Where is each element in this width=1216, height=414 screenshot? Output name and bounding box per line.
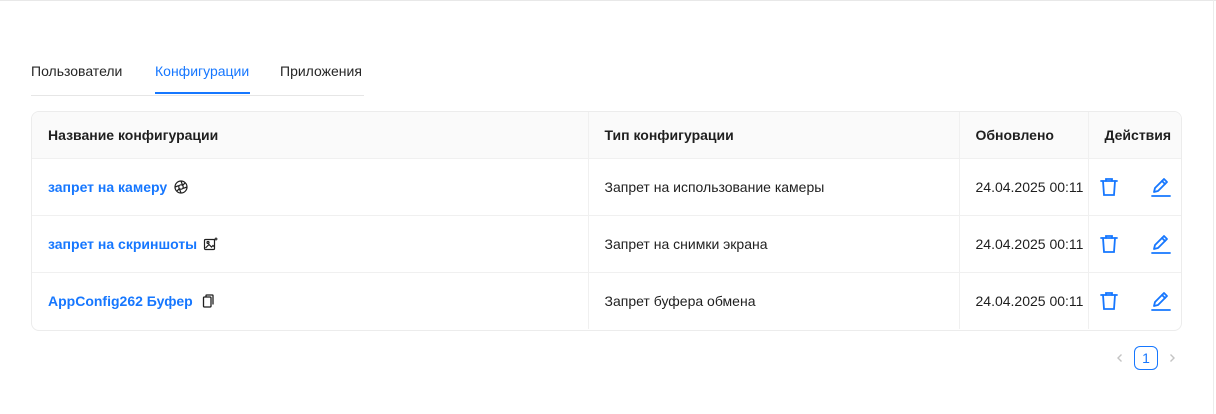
pencil-icon bbox=[1150, 292, 1171, 311]
screenshot-icon bbox=[203, 236, 219, 252]
type-cell: Запрет на снимки экрана bbox=[588, 215, 960, 273]
column-header-actions: Действия bbox=[1088, 112, 1181, 159]
next-page-button[interactable] bbox=[1164, 346, 1180, 370]
tab-configurations[interactable]: Конфигурации bbox=[155, 63, 249, 79]
trash-icon bbox=[1099, 235, 1118, 253]
updated-cell: 24.04.2025 00:11 bbox=[959, 215, 1089, 273]
actions-cell bbox=[1088, 273, 1181, 330]
right-divider bbox=[1213, 0, 1214, 414]
pagination: 1 bbox=[1112, 346, 1180, 370]
tab-applications[interactable]: Приложения bbox=[280, 63, 362, 79]
delete-button[interactable] bbox=[1097, 175, 1121, 199]
edit-button[interactable] bbox=[1149, 289, 1173, 313]
name-cell: AppConfig262 Буфер bbox=[32, 272, 589, 329]
chevron-right-icon bbox=[1170, 354, 1175, 362]
pencil-icon bbox=[1150, 178, 1171, 197]
delete-button[interactable] bbox=[1097, 289, 1121, 313]
prev-page-button[interactable] bbox=[1112, 346, 1128, 370]
top-divider bbox=[0, 0, 1216, 1]
column-header-name: Название конфигурации bbox=[32, 112, 589, 159]
actions-cell bbox=[1088, 215, 1181, 273]
table-row: AppConfig262 Буфер Запрет буфера обмена … bbox=[32, 272, 1181, 330]
name-cell: запрет на скриншоты bbox=[32, 215, 589, 273]
updated-cell: 24.04.2025 00:11 bbox=[959, 158, 1089, 216]
clipboard-copy-icon bbox=[199, 293, 215, 309]
configuration-name-link[interactable]: запрет на скриншоты bbox=[48, 236, 197, 252]
type-cell: Запрет буфера обмена bbox=[588, 272, 960, 329]
table-row: запрет на скриншоты Запрет на снимки экр… bbox=[32, 215, 1181, 273]
chevron-left-icon bbox=[1117, 354, 1122, 362]
tab-users[interactable]: Пользователи bbox=[31, 63, 122, 79]
active-tab-indicator bbox=[155, 92, 250, 94]
configuration-name-link[interactable]: AppConfig262 Буфер bbox=[48, 293, 193, 309]
trash-icon bbox=[1099, 178, 1118, 196]
type-cell: Запрет на использование камеры bbox=[588, 158, 960, 216]
tab-bar: Пользователи Конфигурации Приложения bbox=[31, 52, 364, 96]
actions-cell bbox=[1088, 158, 1181, 216]
camera-shutter-icon bbox=[173, 179, 189, 195]
name-cell: запрет на камеру bbox=[32, 158, 589, 216]
edit-button[interactable] bbox=[1149, 175, 1173, 199]
table-header-row: Название конфигурации Тип конфигурации О… bbox=[32, 112, 1181, 159]
configurations-table: Название конфигурации Тип конфигурации О… bbox=[31, 111, 1182, 331]
updated-cell: 24.04.2025 00:11 bbox=[959, 272, 1089, 329]
trash-icon bbox=[1099, 292, 1118, 310]
column-header-type: Тип конфигурации bbox=[588, 112, 960, 159]
table-row: запрет на камеру Запрет на использование… bbox=[32, 158, 1181, 216]
delete-button[interactable] bbox=[1097, 232, 1121, 256]
configuration-name-link[interactable]: запрет на камеру bbox=[48, 179, 167, 195]
page-number-button[interactable]: 1 bbox=[1134, 346, 1158, 370]
edit-button[interactable] bbox=[1149, 232, 1173, 256]
pencil-icon bbox=[1150, 235, 1171, 254]
column-header-updated: Обновлено bbox=[959, 112, 1089, 159]
